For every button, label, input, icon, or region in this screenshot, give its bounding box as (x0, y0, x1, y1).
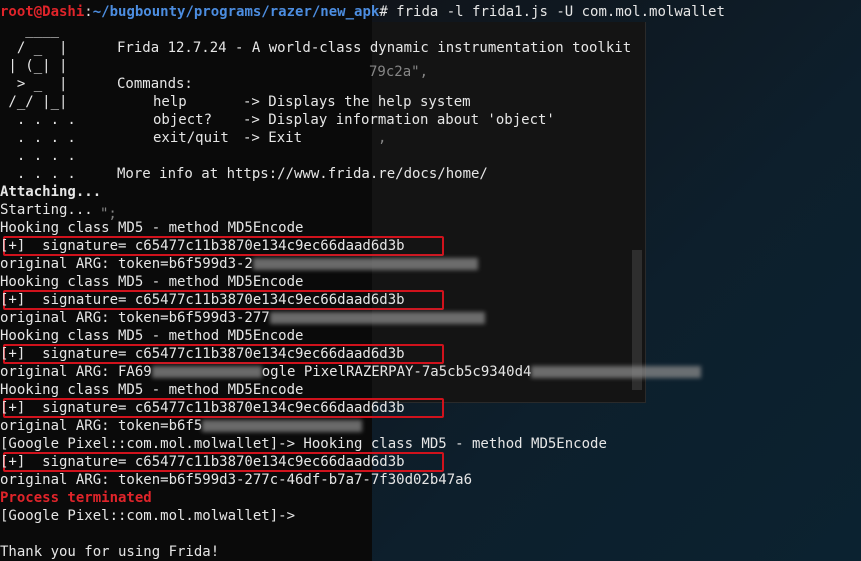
terminal-output[interactable]: root@Dashi:~/bugbounty/programs/razer/ne… (0, 0, 861, 561)
arg-line: original ARG: token=b6f5 (0, 417, 363, 435)
signature-line: [+] signature= c65477c11b3870e134c9ec66d… (0, 238, 405, 254)
prompt-path: ~/bugbounty/programs/razer/new_apk (92, 4, 380, 20)
signature-line: [+] signature= c65477c11b3870e134c9ec66d… (0, 292, 405, 308)
arg-text: original ARG: token=b6f599d3-277 (0, 310, 270, 326)
attaching-status: Attaching... (0, 184, 102, 200)
prompt-separator: : (84, 4, 93, 20)
command-description: -> Displays the help system (243, 94, 471, 110)
starting-status: Starting... (0, 202, 93, 218)
hook-line: Hooking class MD5 - method MD5Encode (0, 382, 304, 398)
prompt-user: root@Dashi (0, 4, 85, 20)
device-prompt: [Google Pixel::com.mol.molwallet]-> (0, 508, 296, 524)
signature-line: [+] signature= c65477c11b3870e134c9ec66d… (0, 454, 405, 470)
prompt-symbol: # (379, 4, 397, 20)
frida-logo-line: / _ | (0, 40, 68, 56)
hook-line: Hooking class MD5 - method MD5Encode (0, 274, 304, 290)
signature-line: [+] signature= c65477c11b3870e134c9ec66d… (0, 400, 405, 416)
frida-logo-line: ____ (0, 22, 60, 38)
command-description: -> Exit (243, 130, 303, 146)
frida-title: Frida 12.7.24 - A world-class dynamic in… (117, 40, 632, 56)
command-name: exit/quit (153, 130, 229, 146)
device-hook-line: [Google Pixel::com.mol.molwallet]-> Hook… (0, 436, 607, 452)
arg-text: original ARG: FA69 (0, 364, 152, 380)
arg-text: original ARG: token=b6f599d3-2 (0, 256, 253, 272)
arg-line: original ARG: token=b6f599d3-2 (0, 255, 478, 273)
frida-logo-line: > _ | (0, 76, 68, 92)
frida-logo-line: . . . . (0, 166, 76, 182)
command-description: -> Display information about 'object' (243, 112, 555, 128)
hook-line: Hooking class MD5 - method MD5Encode (0, 220, 304, 236)
command-text: frida -l frida1.js -U com.mol.molwallet (396, 4, 725, 20)
redacted-blur (151, 366, 262, 378)
arg-line: original ARG: token=b6f599d3-277c-46df-b… (0, 472, 473, 488)
signature-line: [+] signature= c65477c11b3870e134c9ec66d… (0, 346, 405, 362)
redacted-blur (531, 366, 702, 378)
frida-logo-line: . . . . (0, 130, 76, 146)
commands-label: Commands: (117, 76, 193, 92)
more-info-line: More info at https://www.frida.re/docs/h… (117, 166, 488, 182)
command-name: object? (153, 112, 213, 128)
thanks-message: Thank you for using Frida! (0, 544, 220, 560)
redacted-blur (202, 420, 363, 432)
redacted-blur (269, 312, 485, 324)
command-line: root@Dashi:~/bugbounty/programs/razer/ne… (0, 3, 725, 21)
frida-logo-line: . . . . (0, 112, 76, 128)
frida-logo-line: . . . . (0, 148, 76, 164)
frida-logo-line: /_/ |_| (0, 94, 68, 110)
arg-line: original ARG: token=b6f599d3-277 (0, 309, 485, 327)
process-terminated-status: Process terminated (0, 490, 152, 506)
arg-text: original ARG: token=b6f5 (0, 418, 203, 434)
hook-line: Hooking class MD5 - method MD5Encode (0, 328, 304, 344)
command-name: help (153, 94, 187, 110)
redacted-blur (252, 258, 478, 270)
arg-line: original ARG: FA69 ogle PixelRAZERPAY-7a5… (0, 363, 702, 381)
frida-logo-line: | (_| | (0, 58, 68, 74)
arg-text: ogle PixelRAZERPAY-7a5cb5c9340d4 (261, 364, 532, 380)
